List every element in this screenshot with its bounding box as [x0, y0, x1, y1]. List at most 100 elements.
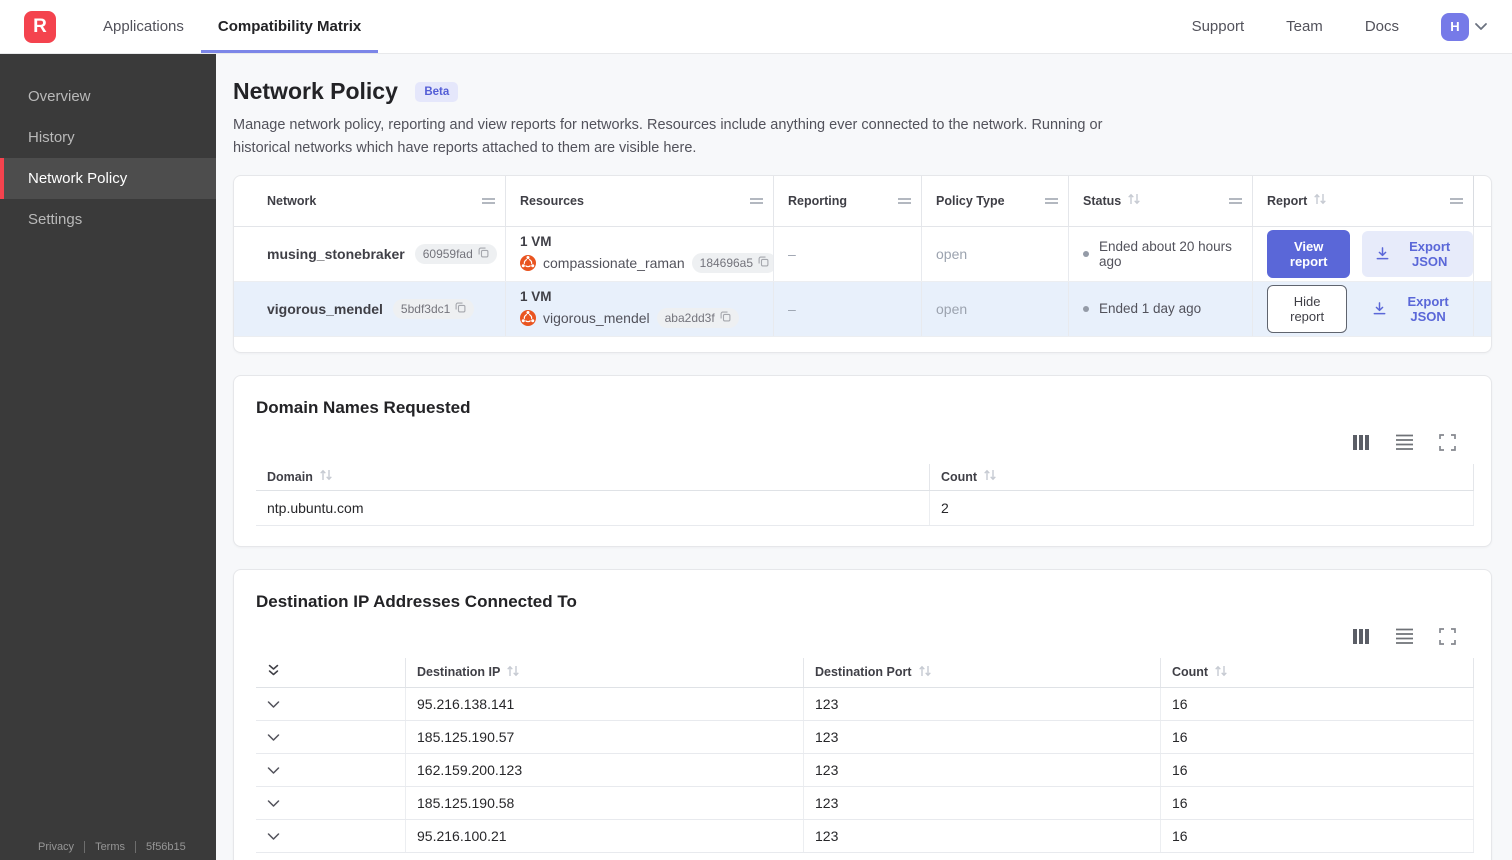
- row-density-icon[interactable]: [1395, 434, 1414, 451]
- view-report-button[interactable]: View report: [1267, 229, 1351, 278]
- destination-ip-card: Destination IP Addresses Connected To De…: [233, 568, 1492, 860]
- sidebar-item-network-policy[interactable]: Network Policy: [0, 158, 216, 199]
- status-dot: [1083, 250, 1089, 257]
- terms-link[interactable]: Terms: [95, 841, 125, 853]
- copy-icon[interactable]: [478, 247, 489, 261]
- nav-tab-applications[interactable]: Applications: [86, 0, 201, 53]
- column-header-destination-port[interactable]: Destination Port: [804, 657, 1161, 687]
- destination-ip-cell: 162.159.200.123: [406, 753, 804, 786]
- drag-handle-icon[interactable]: [1229, 194, 1242, 208]
- fullscreen-icon[interactable]: [1439, 628, 1456, 645]
- report-cell: Hide report Export JSON: [1253, 281, 1474, 336]
- sort-icon[interactable]: [506, 665, 520, 680]
- column-header-count[interactable]: Count: [1161, 657, 1474, 687]
- drag-handle-icon[interactable]: [1045, 194, 1058, 208]
- policy-type-cell: open: [922, 226, 1069, 281]
- nav-link-docs[interactable]: Docs: [1365, 18, 1399, 35]
- table-row-musing-stonebraker[interactable]: musing_stonebraker 60959fad 1 VM compass…: [234, 226, 1491, 282]
- sort-icon[interactable]: [319, 469, 333, 484]
- resource-name: compassionate_raman: [543, 255, 685, 272]
- avatar: H: [1441, 12, 1469, 41]
- chevron-down-icon[interactable]: [267, 729, 280, 745]
- beta-badge: Beta: [415, 82, 459, 102]
- columns-icon[interactable]: [1352, 434, 1370, 451]
- resources-cell: 1 VM compassionate_raman 184696a5: [506, 226, 774, 281]
- destination-ip-cell: 95.216.100.21: [406, 819, 804, 852]
- resource-id-badge[interactable]: aba2dd3f: [656, 308, 739, 329]
- chevron-down-icon[interactable]: [267, 696, 280, 712]
- network-name: musing_stonebraker: [267, 245, 405, 262]
- copy-icon[interactable]: [758, 256, 769, 270]
- column-header-network[interactable]: Network: [234, 175, 506, 226]
- column-header-status[interactable]: Status: [1069, 175, 1253, 226]
- drag-handle-icon[interactable]: [1450, 194, 1463, 208]
- row-density-icon[interactable]: [1395, 628, 1414, 645]
- column-header-report[interactable]: Report: [1253, 175, 1474, 226]
- drag-handle-icon[interactable]: [482, 194, 495, 208]
- sort-icon[interactable]: [1313, 193, 1327, 208]
- network-cell: musing_stonebraker 60959fad: [234, 226, 506, 281]
- domain-table-row[interactable]: ntp.ubuntu.com 2: [256, 490, 1474, 526]
- drag-handle-icon[interactable]: [750, 194, 763, 208]
- destination-table-row[interactable]: 185.125.190.58 123 16: [256, 786, 1474, 820]
- sort-icon[interactable]: [1127, 193, 1141, 208]
- ubuntu-icon: [520, 310, 536, 327]
- status-cell: Ended 1 day ago: [1069, 281, 1253, 336]
- main-content: Network Policy Beta Manage network polic…: [216, 54, 1512, 860]
- expand-all-header[interactable]: [256, 657, 406, 687]
- user-menu[interactable]: H: [1441, 12, 1488, 41]
- column-header-destination-ip[interactable]: Destination IP: [406, 657, 804, 687]
- destination-ip-cell: 95.216.138.141: [406, 687, 804, 720]
- table-row-vigorous-mendel[interactable]: vigorous_mendel 5bdf3dc1 1 VM vigorous_m…: [234, 281, 1491, 337]
- fullscreen-icon[interactable]: [1439, 434, 1456, 451]
- resources-cell: 1 VM vigorous_mendel aba2dd3f: [506, 281, 774, 336]
- column-header-count[interactable]: Count: [930, 463, 1474, 490]
- hide-report-button[interactable]: Hide report: [1267, 284, 1348, 333]
- sidebar-item-history[interactable]: History: [0, 117, 216, 158]
- export-json-button[interactable]: Export JSON: [1359, 286, 1473, 332]
- network-id-badge[interactable]: 60959fad: [414, 243, 497, 264]
- privacy-link[interactable]: Privacy: [38, 841, 74, 853]
- divider: [84, 841, 86, 853]
- drag-handle-icon[interactable]: [898, 194, 911, 208]
- table-toolbar: [256, 434, 1474, 451]
- count-cell: 16: [1161, 720, 1474, 753]
- copy-icon[interactable]: [455, 302, 466, 316]
- chevron-down-icon[interactable]: [267, 762, 280, 778]
- sort-icon[interactable]: [1214, 665, 1228, 680]
- destination-table-row[interactable]: 95.216.138.141 123 16: [256, 687, 1474, 721]
- nav-link-support[interactable]: Support: [1192, 18, 1245, 35]
- copy-icon[interactable]: [720, 311, 731, 325]
- export-json-button[interactable]: Export JSON: [1362, 230, 1473, 277]
- nav-tab-compatibility-matrix[interactable]: Compatibility Matrix: [200, 0, 379, 53]
- sort-icon[interactable]: [918, 665, 932, 680]
- destination-table-row[interactable]: 162.159.200.123 123 16: [256, 753, 1474, 787]
- column-header-resources[interactable]: Resources: [506, 175, 774, 226]
- vm-count: 1 VM: [520, 234, 552, 250]
- destination-port-cell: 123: [804, 720, 1161, 753]
- double-chevron-down-icon[interactable]: [267, 664, 280, 680]
- destination-port-cell: 123: [804, 819, 1161, 852]
- domain-names-card: Domain Names Requested Domain Count ntp.…: [233, 374, 1492, 547]
- destination-ip-cell: 185.125.190.57: [406, 720, 804, 753]
- destination-table-row[interactable]: 95.216.100.21 123 16: [256, 819, 1474, 853]
- sort-icon[interactable]: [983, 469, 997, 484]
- destination-port-cell: 123: [804, 753, 1161, 786]
- destination-table-row[interactable]: 185.125.190.57 123 16: [256, 720, 1474, 754]
- chevron-down-icon[interactable]: [267, 828, 280, 844]
- sidebar-item-settings[interactable]: Settings: [0, 199, 216, 240]
- columns-icon[interactable]: [1352, 628, 1370, 645]
- column-header-domain[interactable]: Domain: [256, 463, 930, 490]
- network-id-badge[interactable]: 5bdf3dc1: [392, 298, 475, 319]
- status-dot: [1083, 305, 1089, 312]
- domain-cell: ntp.ubuntu.com: [256, 490, 930, 525]
- count-cell: 16: [1161, 786, 1474, 819]
- nav-link-team[interactable]: Team: [1286, 18, 1323, 35]
- resource-id-badge[interactable]: 184696a5: [691, 253, 773, 274]
- column-header-policy-type[interactable]: Policy Type: [922, 175, 1069, 226]
- sidebar-item-overview[interactable]: Overview: [0, 76, 216, 117]
- column-header-reporting[interactable]: Reporting: [774, 175, 922, 226]
- app-logo[interactable]: R: [24, 10, 56, 43]
- chevron-down-icon[interactable]: [267, 795, 280, 811]
- vm-count: 1 VM: [520, 289, 552, 305]
